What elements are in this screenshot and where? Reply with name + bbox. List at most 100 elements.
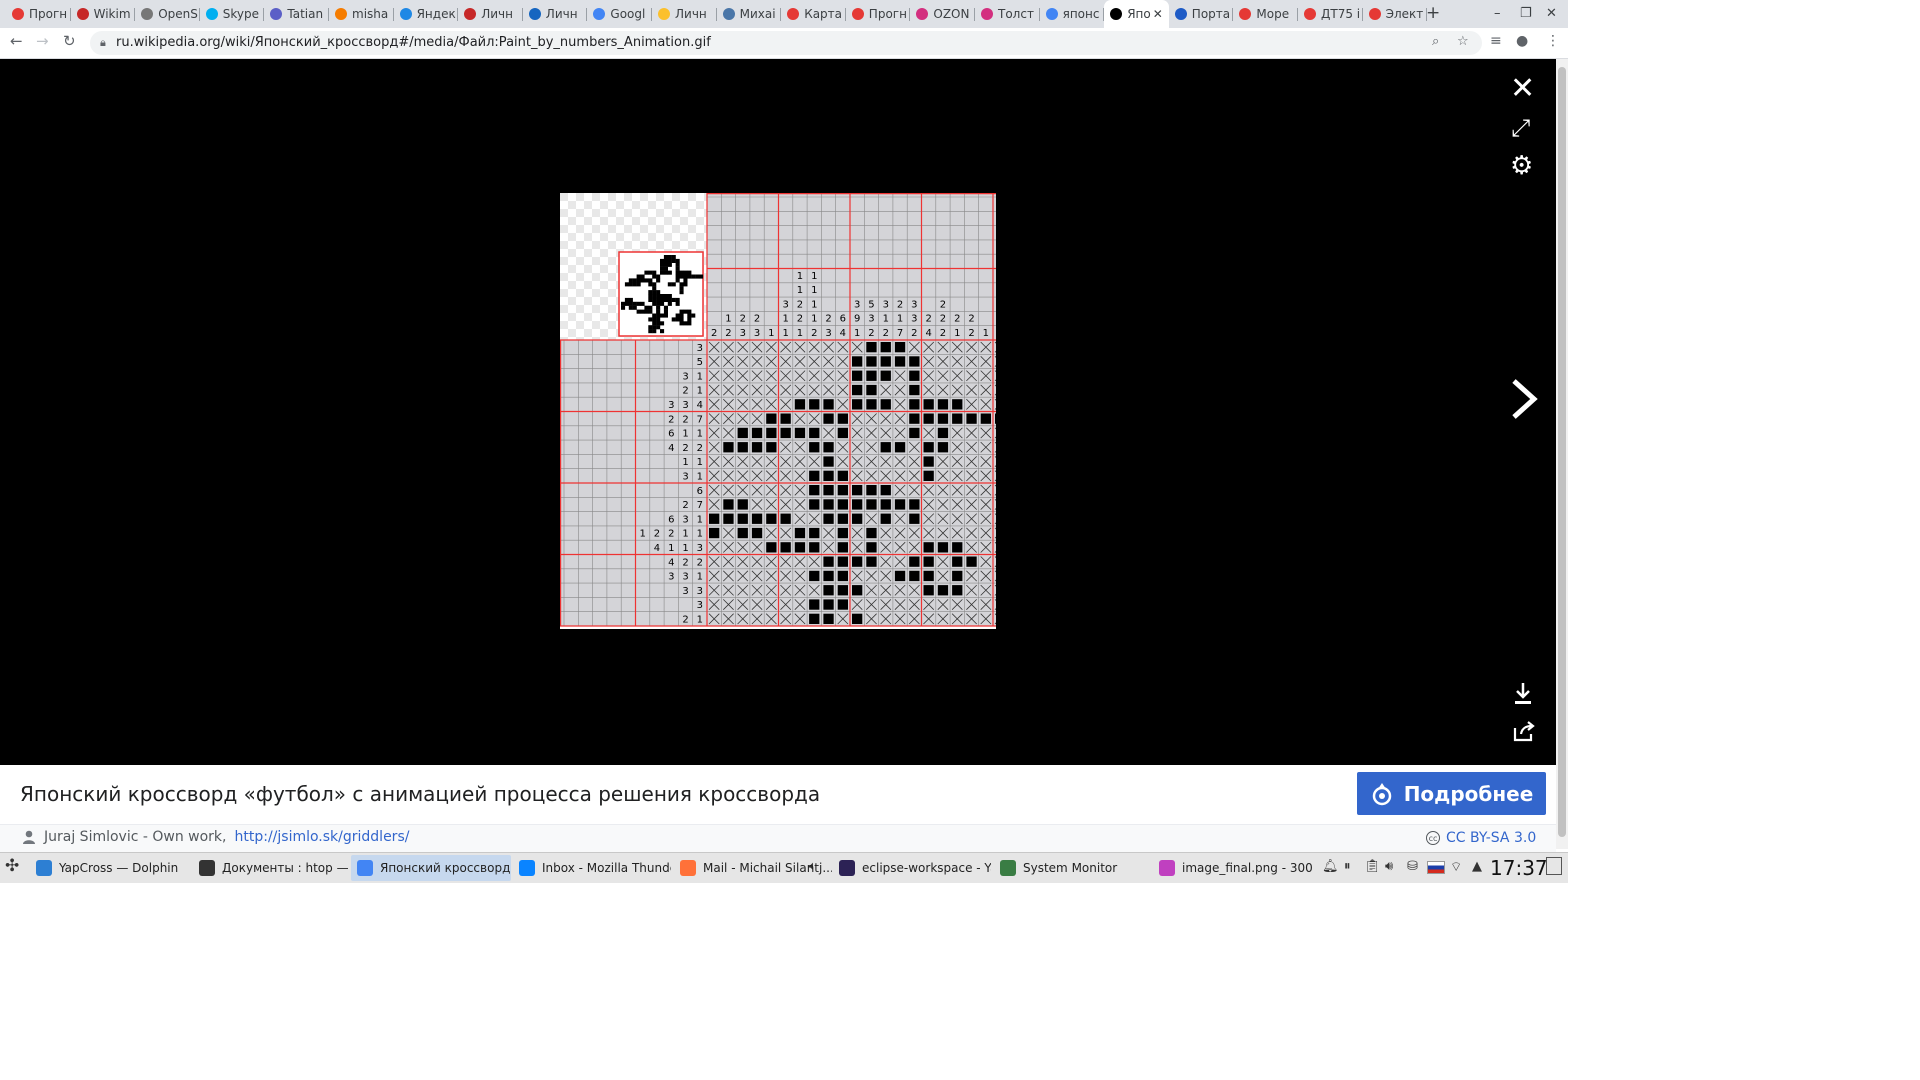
speaker-icon[interactable]: 🔊︎: [1385, 859, 1393, 874]
zoom-icon[interactable]: ⌕: [1432, 34, 1439, 49]
preview-pixel: [660, 270, 665, 275]
usb-device-icon[interactable]: ⛁: [1407, 859, 1418, 874]
row-clue-number: 2: [682, 500, 688, 511]
filled-cell: [894, 442, 906, 453]
new-tab-button[interactable]: +: [1426, 3, 1440, 23]
tab[interactable]: Карта: [781, 0, 846, 28]
more-details-button[interactable]: Подробнее: [1357, 772, 1546, 815]
tab[interactable]: OZON: [910, 0, 975, 28]
show-desktop-button[interactable]: [1546, 857, 1562, 875]
tray-expand-icon[interactable]: ▲: [1472, 859, 1482, 874]
tab[interactable]: Личн: [523, 0, 588, 28]
wifi-icon[interactable]: ⌔: [1450, 859, 1462, 875]
preview-pixel: [656, 290, 661, 295]
reload-icon[interactable]: ↻: [63, 32, 76, 50]
taskbar-item[interactable]: System Monitor: [994, 855, 1150, 881]
address-bar[interactable]: 🔒︎ ru.wikipedia.org/wiki/Японский_кроссв…: [90, 31, 1482, 55]
tab[interactable]: Яндек: [394, 0, 459, 28]
forward-icon[interactable]: →: [36, 32, 49, 50]
taskbar-item[interactable]: Японский кроссворд —...: [351, 855, 511, 881]
minimize-button[interactable]: –: [1494, 6, 1501, 21]
taskbar-item[interactable]: image_final.png - 300x3...: [1153, 855, 1313, 881]
checker-square: [640, 209, 648, 217]
preview-pixel: [679, 274, 684, 279]
next-arrow-icon[interactable]: [1506, 377, 1540, 425]
tab-label: Михаі: [739, 7, 776, 21]
license-link[interactable]: CC BY-SA 3.0: [1446, 830, 1536, 846]
clipboard-icon[interactable]: 📋︎: [1364, 859, 1381, 874]
lock-icon: 🔒︎: [100, 36, 106, 49]
tab[interactable]: Толст: [975, 0, 1040, 28]
fullscreen-icon[interactable]: ⤢: [1511, 114, 1530, 142]
preview-pixel: [652, 313, 657, 318]
media-pause-icon[interactable]: ⏸: [1344, 859, 1351, 874]
tab[interactable]: Михаі: [717, 0, 782, 28]
tab[interactable]: Прогн: [6, 0, 71, 28]
taskbar-item-label: eclipse-workspace - YapC...: [862, 861, 991, 875]
taskbar-item[interactable]: YapCross — Dolphin: [30, 855, 190, 881]
tab[interactable]: Море: [1233, 0, 1298, 28]
tab[interactable]: Wikim: [71, 0, 136, 28]
app-launcher-icon[interactable]: ✣: [5, 856, 19, 876]
filled-cell: [837, 556, 848, 567]
tab-favicon-icon: [981, 8, 993, 20]
tab[interactable]: Личн: [458, 0, 523, 28]
taskbar-app-icon: [1000, 860, 1016, 876]
back-icon[interactable]: ←: [10, 32, 23, 50]
scrollbar-thumb[interactable]: [1558, 67, 1566, 837]
checker-square: [600, 329, 608, 337]
tab[interactable]: Порта: [1169, 0, 1234, 28]
column-clue-number: 2: [925, 314, 931, 325]
filled-cell: [852, 485, 863, 496]
tab[interactable]: Прогн: [846, 0, 911, 28]
restore-button[interactable]: ❐: [1520, 6, 1532, 21]
checker-square: [568, 297, 576, 305]
bookmark-star-icon[interactable]: ☆: [1457, 34, 1469, 49]
tab-close-icon[interactable]: ✕: [1153, 7, 1163, 21]
tab-label: Яндек: [416, 7, 456, 21]
preview-pixel: [656, 294, 661, 299]
tab[interactable]: Googl: [587, 0, 652, 28]
filled-cell: [866, 527, 877, 539]
preview-pixel: [683, 270, 688, 275]
filled-cell: [880, 513, 891, 524]
profile-icon[interactable]: ●: [1516, 33, 1528, 49]
tab[interactable]: OpenS: [135, 0, 200, 28]
tab[interactable]: Личн: [652, 0, 717, 28]
tab[interactable]: Skype: [200, 0, 265, 28]
notifications-icon[interactable]: 🔔︎: [1322, 859, 1339, 874]
url-text[interactable]: ru.wikipedia.org/wiki/Японский_кроссворд…: [116, 35, 711, 50]
media-control-icon[interactable]: ≡: [1490, 33, 1502, 49]
clock[interactable]: 17:37: [1490, 856, 1548, 880]
tab-active[interactable]: Япо ✕: [1104, 0, 1169, 28]
keyboard-layout-flag-icon[interactable]: [1427, 861, 1445, 874]
filled-cell: [852, 370, 863, 381]
author-link[interactable]: http://jsimlo.sk/griddlers/: [235, 829, 410, 845]
preview-pixel: [687, 309, 692, 314]
commons-logo-icon: [1372, 782, 1391, 805]
taskbar-item[interactable]: Документы : htop — Ko...: [193, 855, 348, 881]
taskbar-item[interactable]: Mail - Michail Silantj...: [674, 855, 832, 881]
column-clue-number: 1: [983, 328, 989, 339]
row-clue-number: 1: [697, 529, 703, 540]
taskbar-item[interactable]: Inbox - Mozilla Thunder...: [513, 855, 671, 881]
credit-bar: Juraj Simlovic - Own work, http://jsimlo…: [0, 824, 1556, 852]
close-window-button[interactable]: ✕: [1546, 6, 1557, 21]
tab[interactable]: misha: [329, 0, 394, 28]
menu-icon[interactable]: ⋮: [1546, 33, 1560, 49]
download-icon[interactable]: [1512, 681, 1534, 709]
tab[interactable]: японс: [1040, 0, 1105, 28]
filled-cell: [866, 370, 877, 381]
taskbar-item[interactable]: eclipse-workspace - YapC...: [833, 855, 991, 881]
filled-cell: [809, 527, 820, 539]
settings-gear-icon[interactable]: ⚙: [1510, 151, 1533, 181]
tab[interactable]: Tatian: [264, 0, 329, 28]
tab[interactable]: Элект: [1363, 0, 1428, 28]
close-icon[interactable]: ✕: [1510, 73, 1535, 105]
checker-square: [688, 241, 696, 249]
tab[interactable]: ДТ75 і: [1298, 0, 1363, 28]
share-icon[interactable]: [1512, 720, 1536, 746]
scrollbar[interactable]: [1556, 59, 1568, 849]
checker-square: [584, 329, 592, 337]
filled-cell: [709, 513, 720, 524]
